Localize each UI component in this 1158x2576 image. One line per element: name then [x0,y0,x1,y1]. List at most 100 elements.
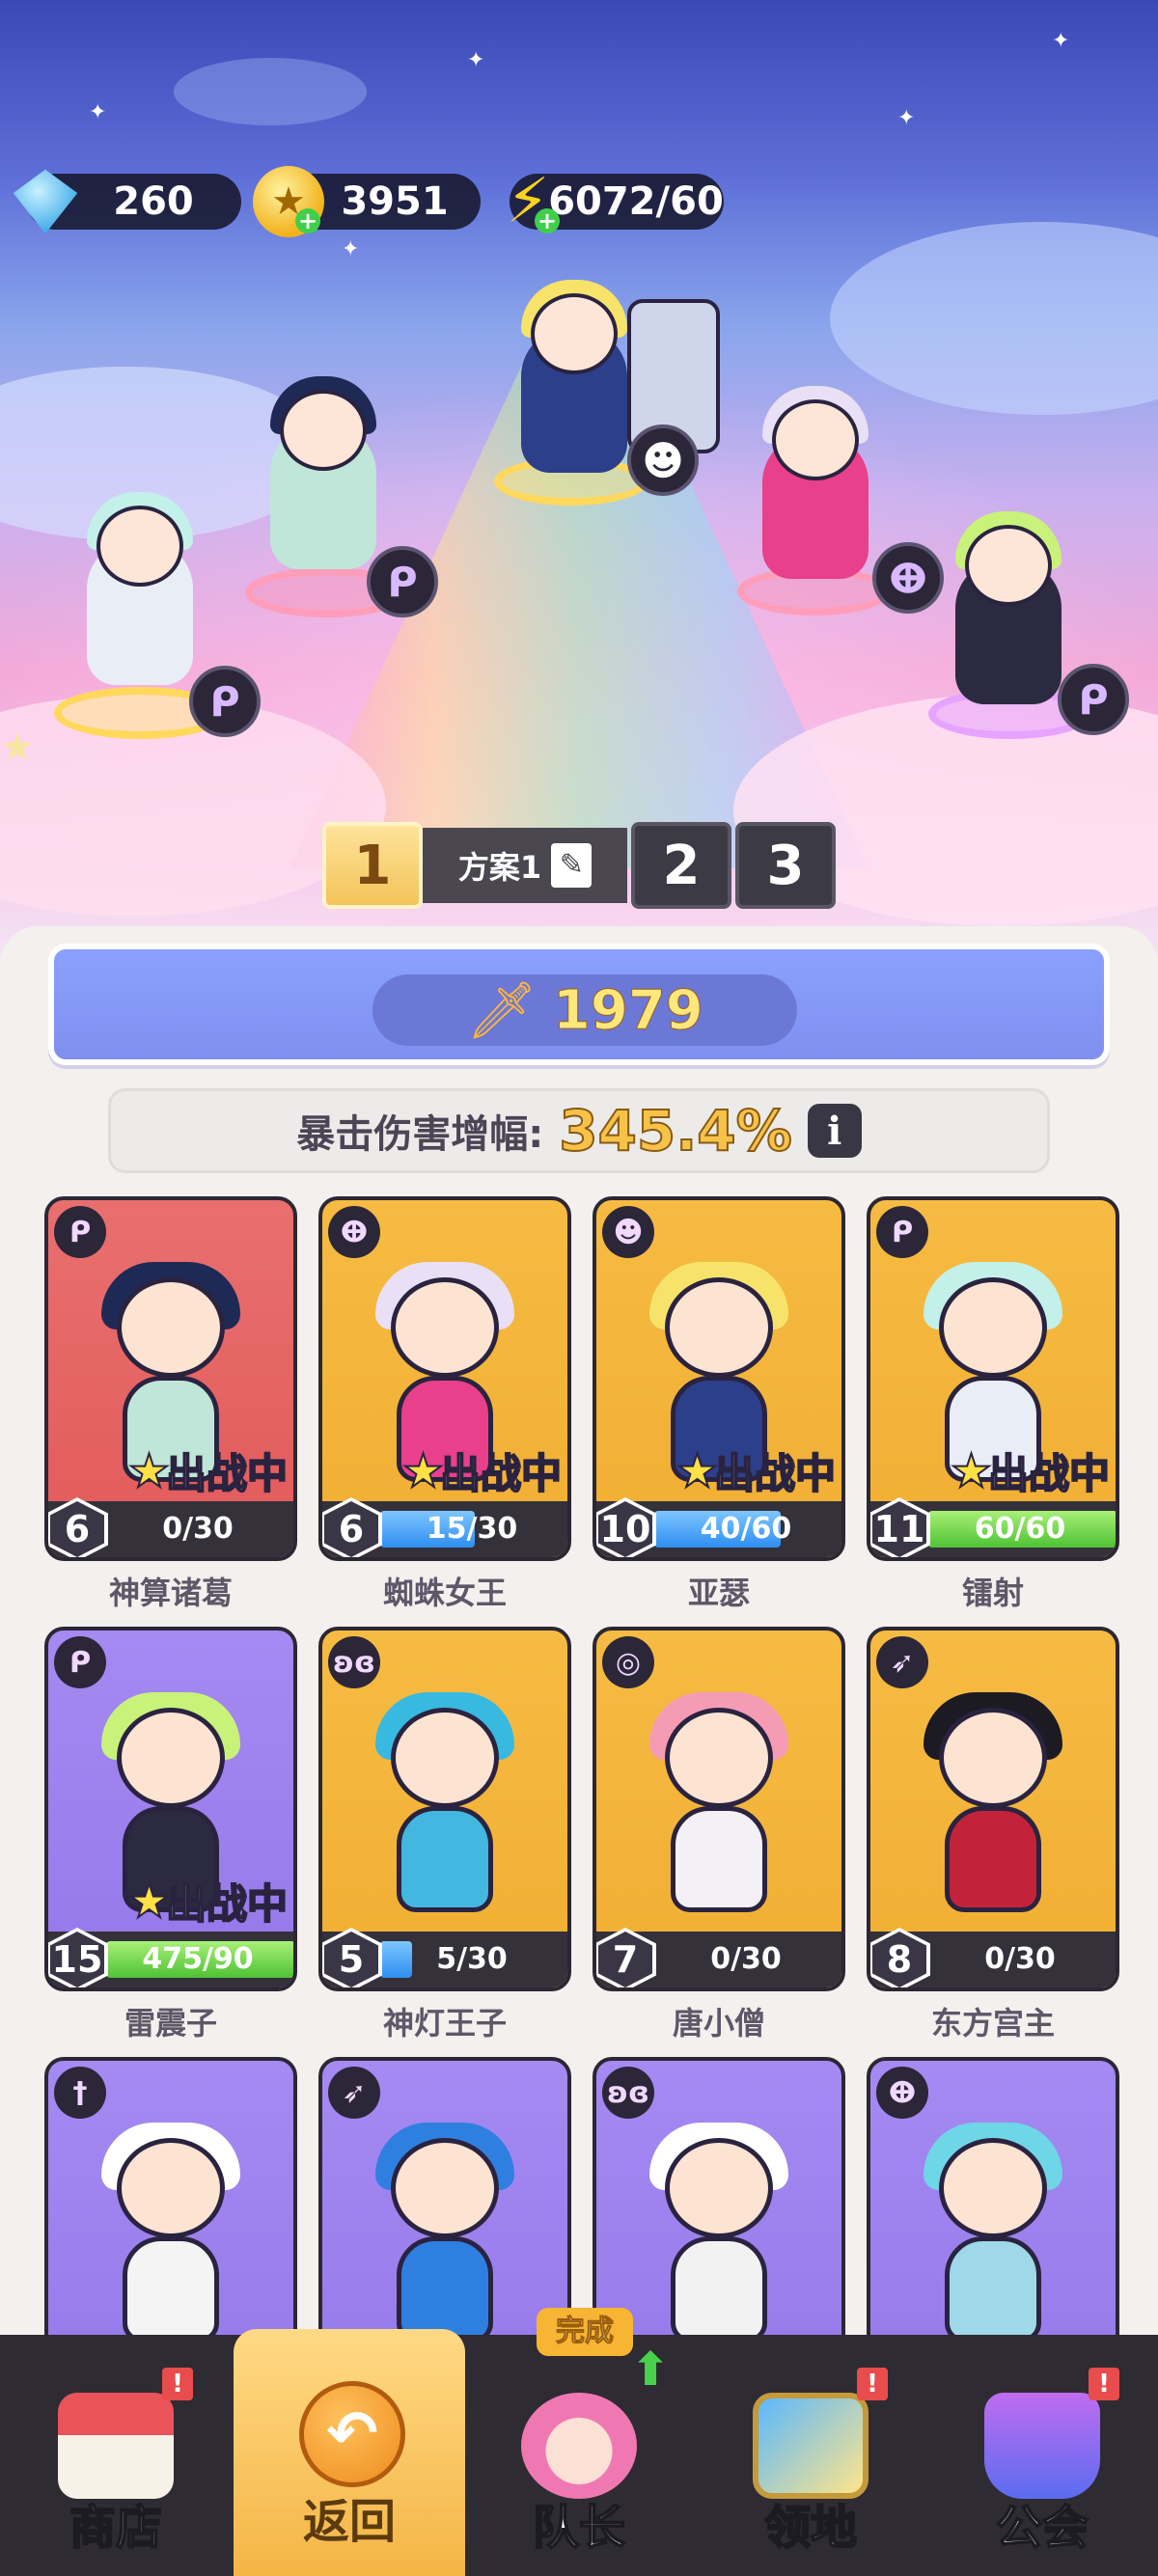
mage-icon: ᑭ [54,1206,106,1258]
nav-territory[interactable]: ! 领地 [695,2335,926,2576]
guild-icon [984,2393,1100,2499]
level-value: 8 [872,1932,926,1987]
star-icon: ★ [950,1443,993,1499]
star-icon: ★ [401,1443,445,1499]
nav-shop-label: 商店 [69,2500,163,2556]
deployed-text: 出战中 [987,1449,1111,1498]
progress-text: 0/30 [162,1512,234,1546]
field-hero-laser[interactable] [87,492,193,685]
hero-portrait [642,1692,796,1920]
hero-card[interactable]: ➶ [318,2057,571,2344]
hero-card[interactable]: ➶ 0/30 8 [867,1627,1119,1991]
level-value: 7 [598,1932,652,1987]
progress-text: 60/60 [974,1512,1066,1546]
field-hero-arthur[interactable] [521,280,627,473]
nav-guild-label: 公会 [995,2500,1089,2556]
level-value: 10 [598,1501,652,1557]
cloud [174,58,367,125]
map-icon [753,2393,868,2499]
hero-card[interactable]: ᑭ ★ 出战中 475/90 15 [44,1627,297,1991]
field-hero-zhuge[interactable] [270,376,376,569]
progress-text: 0/30 [984,1942,1056,1976]
mage-icon: ᑭ [189,666,261,737]
hero-card[interactable]: ⴲ [867,2057,1119,2344]
nav-guild[interactable]: ! 公会 [926,2335,1158,2576]
tank-icon: ☻ [602,1206,654,1258]
nav-shop[interactable]: ! 商店 [0,2335,232,2576]
deployed-badge: ★ 出战中 [127,1872,289,1931]
plan-tab-3[interactable]: 3 [735,822,836,909]
done-tag: 完成 [537,2308,633,2356]
team-panel: 🗡 1979 暴击伤害增幅: 345.4% i ᑭ ★ 出战中 0/30 6 神算诸葛 ⴲ ★… [0,926,1158,2344]
plan-tab-2[interactable]: 2 [631,822,731,909]
nav-back-label: 返回 [302,2495,396,2549]
energy-counter[interactable]: ⚡ + 6072/60 [507,166,724,237]
bottom-nav: ! 商店 ↶ 返回 队长 ! 领地 ! 公会 [0,2329,1158,2576]
deployed-text: 出战中 [713,1449,837,1498]
hero-card[interactable]: ʚɞ 5/30 5 [318,1627,571,1991]
plan-name-rename[interactable]: 方案1 ✎ [423,828,627,903]
butterfly-icon: ʚɞ [328,1636,380,1688]
deployed-badge: ★ 出战中 [950,1441,1111,1500]
gem-counter[interactable]: 260 [13,169,241,234]
power-banner: 🗡 1979 [48,944,1110,1065]
hero-card[interactable]: ᑭ ★ 出战中 0/30 6 [44,1196,297,1561]
crit-value: 345.4% [558,1097,793,1165]
hero-name: 神算诸葛 [108,1575,233,1611]
level-value: 5 [324,1932,378,1987]
shop-icon [58,2393,174,2499]
field-hero-leizhenzi[interactable] [955,511,1062,704]
hero-name: 雷震子 [124,2005,217,2042]
bow-icon: ➶ [876,1636,928,1688]
mage-icon: ᑭ [1058,664,1129,735]
hero-card[interactable]: ʚɞ [593,2057,845,2344]
hero-portrait [916,1692,1070,1920]
hero-name: 唐小僧 [672,2005,765,2042]
potion-icon: ⴲ [872,542,944,614]
alert-badge: ! [162,2368,193,2400]
hero-card[interactable]: ᑭ ★ 出战中 60/60 11 [867,1196,1119,1561]
bow-icon: ➶ [328,2067,380,2119]
tank-icon: ☻ [627,425,699,496]
alert-badge: ! [857,2368,888,2400]
hero-name: 东方宫主 [930,2005,1055,2042]
star-icon: ★ [127,1443,171,1499]
deployed-badge: ★ 出战中 [127,1441,289,1500]
star-icon: ✦ [342,237,360,261]
alert-badge: ! [1089,2368,1119,2400]
battle-scene: ✦ ✦ ✦ ✦ ✦ ★ ᑭ ᑭ ☻ ⴲ ᑭ [0,0,1158,965]
star-icon: ✦ [89,100,107,124]
deployed-text: 出战中 [165,1879,289,1929]
hero-portrait [916,2123,1070,2344]
deployed-badge: ★ 出战中 [401,1441,563,1500]
plan-tab-1[interactable]: 1 [322,822,423,909]
hero-name: 亚瑟 [687,1575,750,1611]
star-icon: ✦ [897,106,916,130]
hero-name: 镭射 [961,1575,1024,1611]
potion-icon: ⴲ [328,1206,380,1258]
mage-icon: ᑭ [54,1636,106,1688]
hero-card[interactable]: † [44,2057,297,2344]
add-energy-icon[interactable]: + [535,208,560,233]
sword-icon: 🗡 [466,976,538,1043]
mage-icon: ᑭ [876,1206,928,1258]
info-icon[interactable]: i [807,1104,862,1158]
field-hero-spider-queen[interactable] [762,386,868,579]
cloud [830,222,1158,415]
star-icon: ✦ [1052,29,1070,53]
hero-card[interactable]: ◎ 0/30 7 [593,1627,845,1991]
captain-avatar-icon [521,2393,637,2499]
nav-captain-label: 队长 [532,2500,626,2556]
hero-card[interactable]: ☻ ★ 出战中 40/60 10 [593,1196,845,1561]
gold-counter[interactable]: ★ + 3951 [253,166,481,237]
star-icon: ★ [127,1874,171,1930]
crit-label: 暴击伤害增幅: [296,1112,544,1157]
add-gold-icon[interactable]: + [295,208,320,233]
sword-icon: † [54,2067,106,2119]
progress-text: 5/30 [436,1942,508,1976]
potion-icon: ⴲ [876,2067,928,2119]
level-value: 15 [50,1932,104,1987]
nav-back[interactable]: ↶ 返回 [234,2329,465,2576]
hero-card[interactable]: ⴲ ★ 出战中 15/30 6 [318,1196,571,1561]
hero-portrait [368,2123,522,2344]
